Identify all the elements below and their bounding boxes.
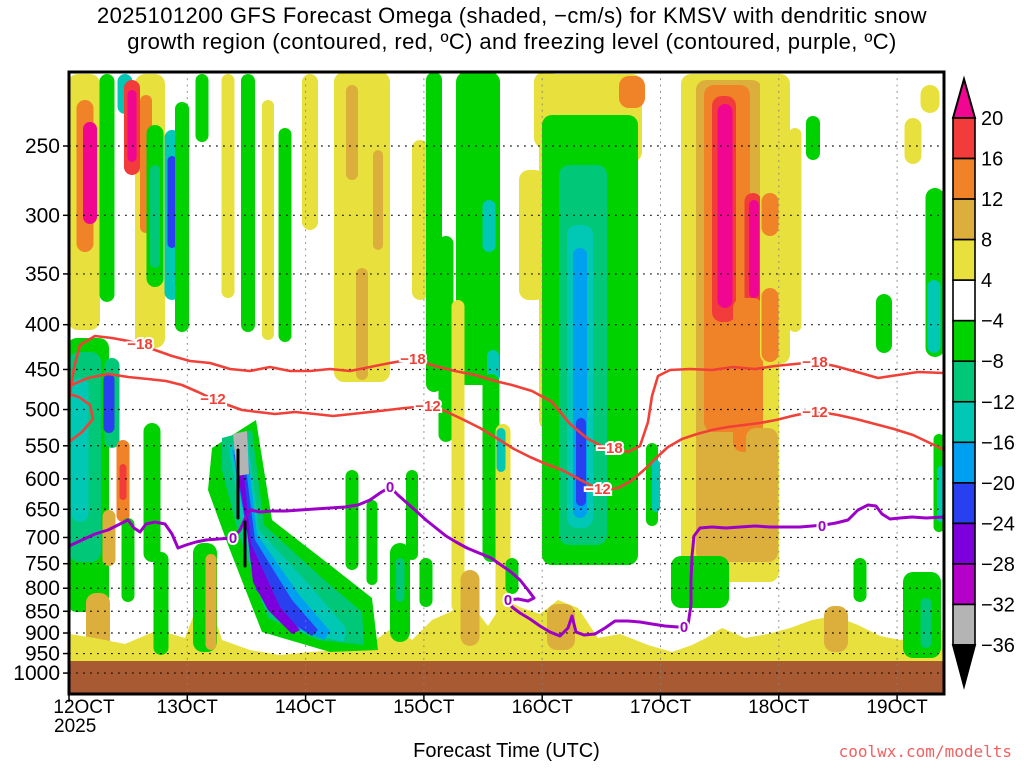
svg-text:650: 650 xyxy=(25,498,60,521)
svg-text:17OCT: 17OCT xyxy=(630,697,692,718)
svg-text:18OCT: 18OCT xyxy=(748,697,810,718)
svg-text:−16: −16 xyxy=(981,432,1015,454)
svg-text:900: 900 xyxy=(25,622,60,645)
svg-text:12OCT: 12OCT xyxy=(53,697,115,718)
svg-text:13OCT: 13OCT xyxy=(157,697,219,718)
svg-text:0: 0 xyxy=(504,592,512,609)
svg-text:350: 350 xyxy=(25,263,60,286)
svg-text:16: 16 xyxy=(981,149,1003,171)
svg-text:−18: −18 xyxy=(597,440,622,457)
svg-text:−20: −20 xyxy=(981,473,1015,495)
svg-text:−8: −8 xyxy=(981,351,1004,373)
svg-text:800: 800 xyxy=(25,577,60,600)
x-axis-year-label: 2025 xyxy=(54,716,97,737)
svg-text:−18: −18 xyxy=(802,354,827,371)
svg-text:0: 0 xyxy=(680,619,688,636)
svg-text:16OCT: 16OCT xyxy=(512,697,574,718)
svg-text:−12: −12 xyxy=(981,392,1015,414)
svg-text:700: 700 xyxy=(25,526,60,549)
svg-text:−18: −18 xyxy=(400,351,425,368)
svg-text:14OCT: 14OCT xyxy=(275,697,337,718)
svg-text:4: 4 xyxy=(981,270,992,292)
svg-text:−4: −4 xyxy=(981,311,1004,333)
svg-text:400: 400 xyxy=(25,314,60,337)
svg-text:300: 300 xyxy=(25,204,60,227)
x-axis-labels: 12OCT 13OCT 14OCT 15OCT 16OCT 17OCT 18OCT 19OCT xyxy=(53,694,928,718)
svg-text:550: 550 xyxy=(25,435,60,458)
svg-text:0: 0 xyxy=(386,479,394,496)
svg-text:750: 750 xyxy=(25,553,60,576)
svg-text:19OCT: 19OCT xyxy=(866,697,928,718)
watermark-text: coolwx.com/modelts xyxy=(838,742,1012,761)
svg-text:0: 0 xyxy=(229,530,237,547)
svg-text:−12: −12 xyxy=(415,398,440,415)
omega-cross-section-chart: −18 −18 −18 −18 −12 −12 −12 −12 0 0 0 0 0 250 300 350 40… xyxy=(13,70,1015,718)
svg-text:12: 12 xyxy=(981,189,1003,211)
svg-text:−28: −28 xyxy=(981,554,1015,576)
svg-text:−32: −32 xyxy=(981,594,1015,616)
svg-text:500: 500 xyxy=(25,399,60,422)
svg-text:1000: 1000 xyxy=(13,662,60,685)
svg-text:−12: −12 xyxy=(802,404,827,421)
svg-text:−36: −36 xyxy=(981,635,1015,657)
svg-text:850: 850 xyxy=(25,600,60,623)
svg-text:450: 450 xyxy=(25,358,60,381)
colorbar: 20 16 12 8 4 −4 −8 −12 −16 −20 −24 −28 −32 −36 xyxy=(951,75,1015,690)
svg-text:20: 20 xyxy=(981,108,1003,130)
svg-text:−24: −24 xyxy=(981,513,1015,535)
svg-text:−12: −12 xyxy=(585,481,610,498)
svg-text:0: 0 xyxy=(818,518,826,535)
svg-text:8: 8 xyxy=(981,230,992,252)
y-axis-labels: 250 300 350 400 450 500 550 600 650 700 7508008509… xyxy=(13,135,69,685)
svg-text:−18: −18 xyxy=(127,336,152,353)
page-root: 2025101200 GFS Forecast Omega (shaded, −… xyxy=(0,0,1024,768)
svg-text:15OCT: 15OCT xyxy=(393,697,455,718)
svg-text:600: 600 xyxy=(25,468,60,491)
svg-text:250: 250 xyxy=(25,135,60,158)
svg-text:−12: −12 xyxy=(200,391,225,408)
